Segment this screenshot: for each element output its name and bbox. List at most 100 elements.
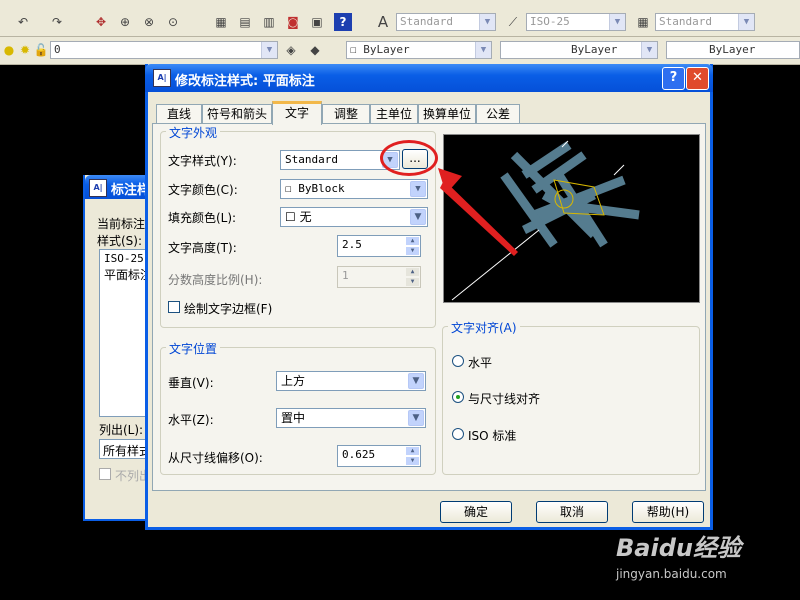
spin-up-icon: ▲ (406, 268, 419, 276)
layer-lock-icon[interactable]: 🔓 (32, 41, 50, 59)
lineweight-combo[interactable]: ByLayer (666, 41, 800, 59)
chevron-down-icon: ▼ (479, 14, 495, 30)
chevron-down-icon: ▼ (410, 209, 426, 225)
properties-icon[interactable]: ▦ (212, 13, 230, 31)
undo-icon[interactable]: ↶ (14, 13, 32, 31)
tab-tolerances[interactable]: 公差 (476, 104, 520, 123)
draw-frame-checkbox[interactable] (168, 301, 180, 313)
tab-fit[interactable]: 调整 (322, 104, 370, 123)
close-button[interactable]: ✕ (686, 67, 709, 90)
vertical-select[interactable]: 上方 ▼ (276, 371, 426, 391)
horizontal-label: 水平(Z): (168, 413, 214, 427)
zoom-window-icon[interactable]: ⊗ (140, 13, 158, 31)
text-style-combo[interactable]: Standard ▼ (396, 13, 496, 31)
list-label: 列出(L): (99, 423, 144, 437)
text-placement-title: 文字位置 (166, 340, 221, 357)
spin-up-icon[interactable]: ▲ (406, 237, 419, 245)
pan-icon[interactable]: ✥ (92, 13, 110, 31)
text-height-input[interactable]: 2.5 ▲ ▼ (337, 235, 421, 257)
spin-up-icon[interactable]: ▲ (406, 447, 419, 455)
help-dialog-button[interactable]: 帮助(H) (632, 501, 704, 523)
fill-color-select[interactable]: ☐ 无 ▼ (280, 207, 428, 227)
layer-combo[interactable]: 0 ▼ (50, 41, 278, 59)
chevron-down-icon: ▼ (641, 42, 657, 58)
current-style-label: 当前标注 (97, 217, 146, 231)
chevron-down-icon: ▼ (738, 14, 754, 30)
watermark-url: jingyan.baidu.com (616, 567, 727, 581)
markup-icon[interactable]: ◙ (284, 13, 302, 31)
layers-toolbar: ● ✹ 🔓 0 ▼ ◈ ◆ ☐ ByLayer ▼ ByLayer ▼ ByLayer (0, 37, 800, 65)
text-height-label: 文字高度(T): (168, 241, 237, 255)
tab-text[interactable]: 文字 (272, 101, 322, 125)
list-item[interactable]: ISO-25 (104, 252, 144, 265)
align-iso-radio[interactable] (452, 428, 464, 440)
color-combo[interactable]: ☐ ByLayer ▼ (346, 41, 492, 59)
tab-primary-units[interactable]: 主单位 (370, 104, 418, 123)
autocad-icon: A| (89, 179, 107, 197)
fraction-height-input[interactable]: 1 ▲ ▼ (337, 266, 421, 288)
text-color-label: 文字颜色(C): (168, 183, 238, 197)
design-center-icon[interactable]: ▤ (236, 13, 254, 31)
watermark-brand: Baidu经验 (616, 534, 741, 562)
linetype-combo[interactable]: ByLayer ▼ (500, 41, 658, 59)
text-appearance-title: 文字外观 (166, 124, 221, 141)
chevron-down-icon: ▼ (261, 42, 277, 58)
dim-style-icon[interactable]: ⟋ (504, 13, 522, 31)
close-icon: ✕ (692, 70, 703, 85)
chevron-down-icon: ▼ (408, 410, 424, 426)
spin-down-icon[interactable]: ▼ (406, 457, 419, 465)
redo-icon[interactable]: ↷ (48, 13, 66, 31)
horizontal-select[interactable]: 置中 ▼ (276, 408, 426, 428)
title-bar: A| 修改标注样式: 平面标注 ? ✕ (145, 64, 713, 92)
color-swatch-icon: ☐ (285, 210, 296, 224)
tab-symbols-arrows[interactable]: 符号和箭头 (202, 104, 272, 123)
align-horizontal-label: 水平 (468, 356, 493, 370)
dim-style-combo[interactable]: ISO-25 ▼ (526, 13, 626, 31)
text-style-icon[interactable]: A (374, 13, 392, 31)
chevron-down-icon: ▼ (609, 14, 625, 30)
tab-alternate-units[interactable]: 换算单位 (418, 104, 476, 123)
question-icon: ? (669, 70, 678, 85)
color-swatch-icon: ☐ (285, 182, 292, 195)
help-icon[interactable]: ? (334, 13, 352, 31)
make-layer-current-icon[interactable]: ◈ (282, 41, 300, 59)
offset-input[interactable]: 0.625 ▲ ▼ (337, 445, 421, 467)
styles-label: 样式(S): (97, 234, 143, 248)
zoom-previous-icon[interactable]: ⊙ (164, 13, 182, 31)
spin-down-icon: ▼ (406, 278, 419, 286)
calculator-icon[interactable]: ▣ (308, 13, 326, 31)
align-with-dimline-radio[interactable] (452, 391, 464, 403)
help-button[interactable]: ? (662, 67, 685, 90)
zoom-realtime-icon[interactable]: ⊕ (116, 13, 134, 31)
autocad-icon: A| (153, 69, 171, 87)
spin-down-icon[interactable]: ▼ (406, 247, 419, 255)
chevron-down-icon: ▼ (475, 42, 491, 58)
text-style-label: 文字样式(Y): (168, 154, 237, 168)
text-color-select[interactable]: ☐ ByBlock ▼ (280, 179, 428, 199)
ok-button[interactable]: 确定 (440, 501, 512, 523)
align-iso-label: ISO 标准 (468, 429, 517, 443)
cancel-button[interactable]: 取消 (536, 501, 608, 523)
dimension-style-manager-dialog: A| 标注样 当前标注 样式(S): ISO-25 平面标注 列出(L): 所有… (83, 175, 155, 521)
red-arrow (438, 168, 518, 256)
tab-lines[interactable]: 直线 (156, 104, 202, 123)
vertical-label: 垂直(V): (168, 376, 214, 390)
chevron-down-icon: ▼ (408, 373, 424, 389)
offset-label: 从尺寸线偏移(O): (168, 451, 263, 465)
align-horizontal-radio[interactable] (452, 355, 464, 367)
extension-line (613, 164, 625, 176)
chevron-down-icon: ▼ (410, 181, 426, 197)
align-with-dimline-label: 与尺寸线对齐 (468, 392, 541, 406)
fraction-height-label: 分数高度比例(H): (168, 273, 263, 287)
title-bar: A| 标注样 (85, 175, 151, 199)
no-list-checkbox[interactable] (99, 468, 111, 480)
standard-toolbar: ↶ ↷ ✥ ⊕ ⊗ ⊙ ▦ ▤ ▥ ◙ ▣ ? A Standard ▼ ⟋ IS… (0, 8, 800, 37)
tool-palette-icon[interactable]: ▥ (260, 13, 278, 31)
baidu-watermark: Baidu经验 jingyan.baidu.com (616, 528, 796, 588)
dialog-title: 修改标注样式: 平面标注 (175, 74, 315, 89)
table-style-icon[interactable]: ▦ (634, 13, 652, 31)
table-style-combo[interactable]: Standard ▼ (655, 13, 755, 31)
fill-color-label: 填充颜色(L): (168, 211, 237, 225)
layer-previous-icon[interactable]: ◆ (306, 41, 324, 59)
text-alignment-title: 文字对齐(A) (448, 319, 520, 336)
